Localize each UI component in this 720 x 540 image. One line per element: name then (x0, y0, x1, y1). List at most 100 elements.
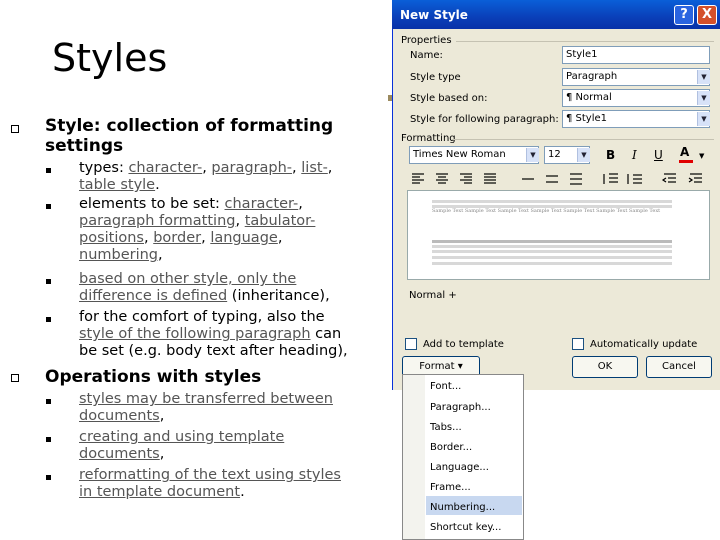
plain-text: . (155, 177, 160, 193)
divider (456, 41, 714, 42)
chevron-down-icon[interactable]: ▼ (526, 148, 539, 162)
based-on-select[interactable]: ¶ Normal (562, 89, 710, 107)
linked-term: numbering (79, 247, 159, 263)
chevron-down-icon[interactable]: ▼ (697, 112, 710, 126)
align-left-icon[interactable] (412, 173, 424, 184)
plain-text: can (310, 326, 342, 342)
bullet-square-icon (11, 125, 19, 133)
following-select[interactable]: ¶ Style1 (562, 110, 710, 128)
chevron-down-icon[interactable]: ▼ (577, 148, 590, 162)
preview-line (432, 256, 672, 259)
preview-line (432, 200, 672, 203)
linked-term: creating and using template (79, 429, 285, 445)
linked-term: paragraph- (211, 160, 293, 176)
preview-line (432, 245, 672, 248)
bullet-square-icon (11, 374, 19, 382)
plain-text: , (298, 196, 303, 212)
linked-term: in template document (79, 484, 241, 500)
space-after-icon[interactable] (627, 174, 642, 184)
linked-term: tabulator- (244, 213, 316, 229)
increase-indent-icon[interactable] (688, 173, 702, 183)
justify-icon[interactable] (484, 173, 496, 184)
plain-text: , (144, 230, 154, 246)
paragraph-toolbar (412, 173, 702, 185)
plain-text: , (159, 446, 165, 462)
cancel-button[interactable]: Cancel (646, 356, 712, 378)
close-button[interactable]: X (697, 5, 717, 25)
sub-bullet-icon (46, 437, 51, 442)
preview-sample-text: Sample Text Sample Text Sample Text Samp… (432, 208, 661, 214)
dialog-title: New Style (400, 8, 468, 22)
bullet-operations: Operations with styles (45, 367, 262, 387)
sub-bullet-following: for the comfort of typing, also the style… (79, 309, 389, 360)
menu-item-numbering[interactable]: Numbering... (430, 502, 495, 513)
linked-term: border (153, 230, 202, 246)
sub-bullet-based-on: based on other style, only the difference… (79, 271, 389, 305)
plain-text: , (235, 213, 245, 229)
chevron-down-icon[interactable]: ▼ (699, 152, 704, 160)
align-center-icon[interactable] (436, 173, 448, 184)
menu-item-tabs[interactable]: Tabs... (430, 422, 462, 433)
menu-item-paragraph[interactable]: Paragraph... (430, 402, 491, 413)
plain-text: , (292, 160, 302, 176)
plain-text: for the comfort of typing, also the (79, 309, 325, 325)
bullet-style-collection: Style: collection of formatting settings (45, 116, 334, 156)
plain-text: (inheritance), (227, 288, 330, 304)
linked-term: based on other style, only the (79, 271, 297, 287)
linked-term: list- (301, 160, 328, 176)
chevron-down-icon[interactable]: ▼ (697, 70, 710, 84)
slide-title: Styles (52, 36, 168, 80)
sub-bullet-icon (46, 399, 51, 404)
one-half-spacing-icon[interactable] (546, 175, 558, 183)
name-label: Name: (410, 50, 443, 61)
sub-bullet-icon (46, 279, 51, 284)
style-type-label: Style type (410, 72, 461, 83)
menu-item-frame[interactable]: Frame... (430, 482, 471, 493)
chevron-down-icon[interactable]: ▼ (697, 91, 710, 105)
sub-bullet-icon (46, 475, 51, 480)
menu-item-font[interactable]: Font... (430, 381, 461, 392)
align-right-icon[interactable] (460, 173, 472, 184)
plain-text: elements to be set: (79, 196, 225, 212)
sub-bullet-elements: elements to be set: character-, paragraph… (79, 196, 389, 264)
add-to-template-checkbox[interactable] (405, 338, 417, 350)
plain-text: types: (79, 160, 129, 176)
plain-text: , (277, 230, 283, 246)
auto-update-label: Automatically update (590, 339, 698, 350)
plain-text: , (201, 230, 211, 246)
plain-text: . (240, 484, 245, 500)
sub-bullet-reformatting: reformatting of the text using styles in … (79, 467, 389, 501)
plain-text: be set (e.g. body text after heading), (79, 343, 348, 359)
menu-item-shortcut-key[interactable]: Shortcut key... (430, 522, 501, 533)
name-input[interactable]: Style1 (562, 46, 710, 64)
sub-bullet-template: creating and using template documents, (79, 429, 389, 463)
font-color-button[interactable]: A (680, 145, 689, 159)
space-before-icon[interactable] (603, 173, 618, 184)
decrease-indent-icon[interactable] (661, 173, 676, 183)
style-description: Normal + (409, 290, 457, 301)
help-button[interactable]: ? (674, 5, 694, 25)
linked-term: styles may be transferred between (79, 391, 333, 407)
plain-text: , (159, 408, 165, 424)
menu-item-language[interactable]: Language... (430, 462, 489, 473)
sub-bullet-icon (46, 317, 51, 322)
underline-button[interactable]: U (654, 148, 663, 162)
plain-text: , (327, 160, 333, 176)
linked-term: character- (224, 196, 299, 212)
font-select[interactable]: Times New Roman (409, 146, 539, 164)
menu-item-border[interactable]: Border... (430, 442, 472, 453)
properties-label: Properties (401, 35, 452, 46)
bold-button[interactable]: B (606, 148, 615, 162)
following-label: Style for following paragraph: (410, 114, 559, 125)
sub-bullet-icon (46, 168, 51, 173)
auto-update-checkbox[interactable] (572, 338, 584, 350)
style-type-select[interactable]: Paragraph (562, 68, 710, 86)
add-to-template-label: Add to template (423, 339, 504, 350)
font-color-swatch (679, 160, 693, 163)
ok-button[interactable]: OK (572, 356, 638, 378)
double-spacing-icon[interactable] (570, 173, 582, 185)
italic-button[interactable]: I (632, 148, 637, 162)
linked-term: documents (79, 446, 160, 462)
menu-gutter (403, 375, 425, 539)
linked-term: difference is defined (79, 288, 228, 304)
